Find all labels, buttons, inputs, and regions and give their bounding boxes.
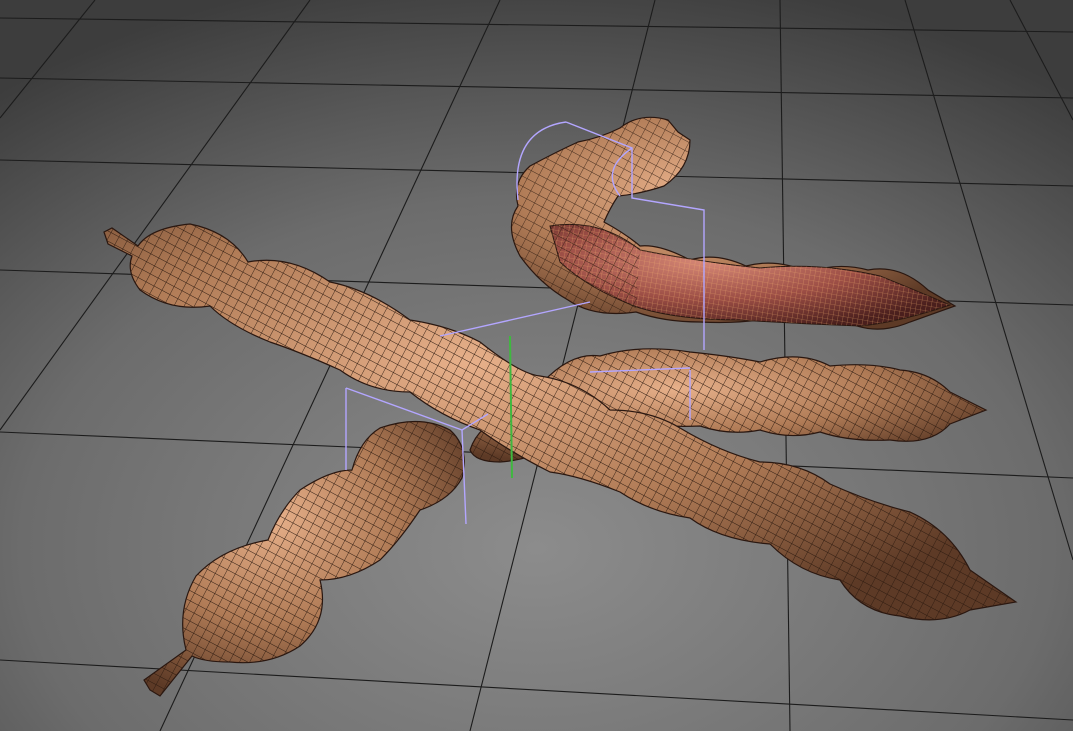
viewport-background: [0, 0, 1073, 731]
viewport-canvas[interactable]: [0, 0, 1073, 731]
3d-viewport[interactable]: [0, 0, 1073, 731]
